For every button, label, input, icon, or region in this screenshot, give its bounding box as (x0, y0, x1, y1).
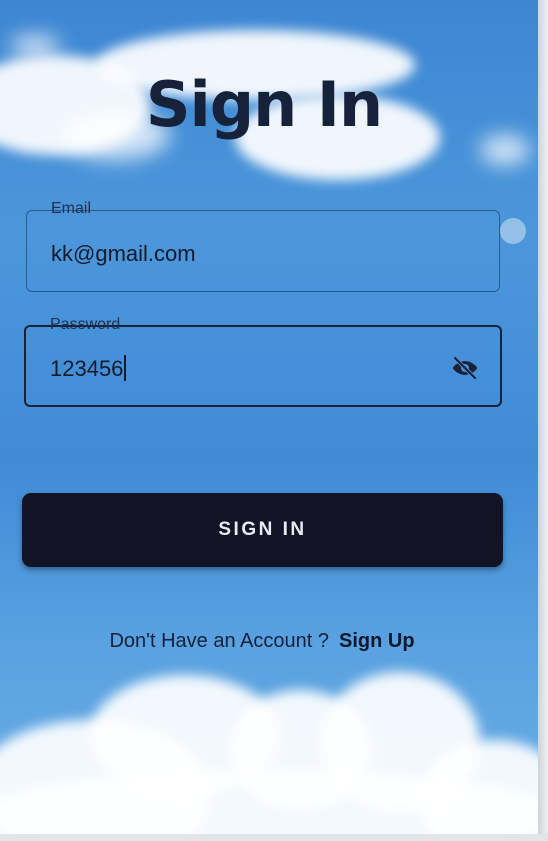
eye-off-icon[interactable] (448, 353, 482, 383)
scroll-indicator (500, 218, 526, 244)
email-label: Email (45, 200, 98, 218)
page-title: Sign In (145, 68, 383, 141)
signup-prompt: Don't Have an Account ? Sign Up (0, 630, 524, 653)
sign-in-button-label: SIGN IN (218, 519, 307, 540)
sign-in-screen: Sign In Email kk@gmail.com Password 1234… (0, 0, 538, 834)
cloud-decoration (10, 35, 60, 57)
password-value-wrap[interactable]: 123456 (50, 355, 127, 382)
password-field[interactable]: Password 123456 (24, 316, 502, 407)
email-value[interactable]: kk@gmail.com (51, 241, 196, 267)
device-bezel (0, 834, 548, 841)
sign-up-link[interactable]: Sign Up (339, 630, 415, 652)
email-field[interactable]: Email kk@gmail.com (26, 200, 500, 292)
password-label: Password (44, 316, 127, 334)
sign-in-button[interactable]: SIGN IN (22, 493, 503, 567)
password-value: 123456 (50, 356, 124, 381)
signup-prompt-text: Don't Have an Account ? (109, 630, 329, 652)
device-bezel (538, 0, 548, 841)
text-cursor (124, 355, 127, 381)
